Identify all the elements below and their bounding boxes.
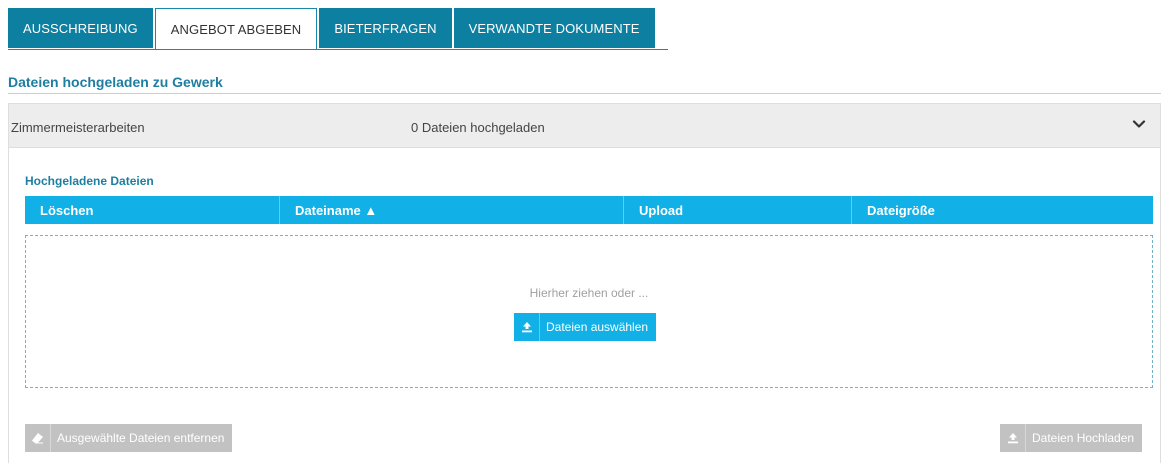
select-files-button[interactable]: Dateien auswählen [514, 313, 657, 341]
upload-files-label: Dateien Hochladen [1032, 431, 1135, 445]
dropzone-hint: Hierher ziehen oder ... [529, 286, 649, 300]
column-header-dateiname[interactable]: Dateiname ▲ [280, 196, 624, 224]
uploaded-files-title: Hochgeladene Dateien [25, 174, 154, 188]
tab-bieterfragen[interactable]: BIETERFRAGEN [319, 8, 452, 48]
select-files-label: Dateien auswählen [546, 320, 649, 334]
trade-name: Zimmermeisterarbeiten [11, 120, 145, 135]
remove-selected-button[interactable]: Ausgewählte Dateien entfernen [25, 424, 233, 452]
page: AUSSCHREIBUNG ANGEBOT ABGEBEN BIETERFRAG… [0, 0, 1161, 472]
trade-panel: Zimmermeisterarbeiten 0 Dateien hochgela… [8, 103, 1161, 463]
upload-files-button[interactable]: Dateien Hochladen [1000, 424, 1143, 452]
tab-bar-underline [8, 49, 668, 50]
section-title: Dateien hochgeladen zu Gewerk [8, 74, 223, 90]
column-header-upload[interactable]: Upload [624, 196, 852, 224]
column-header-loeschen[interactable]: Löschen [25, 196, 280, 224]
tab-angebot-abgeben[interactable]: ANGEBOT ABGEBEN [154, 8, 318, 50]
files-table-header: Löschen Dateiname ▲ Upload Dateigröße [25, 196, 1153, 224]
section-divider [8, 93, 1161, 94]
file-dropzone[interactable]: Hierher ziehen oder ... Dateien auswähle… [25, 235, 1153, 388]
trade-panel-header[interactable]: Zimmermeisterarbeiten 0 Dateien hochgela… [9, 104, 1160, 148]
remove-selected-label: Ausgewählte Dateien entfernen [57, 431, 225, 445]
upload-icon [1000, 424, 1026, 452]
eraser-icon [25, 424, 51, 452]
upload-icon [514, 313, 540, 341]
uploaded-count: 0 Dateien hochgeladen [411, 120, 545, 135]
chevron-down-icon[interactable] [1132, 117, 1146, 131]
column-header-dateigroesse[interactable]: Dateigröße [852, 196, 1153, 224]
tab-bar: AUSSCHREIBUNG ANGEBOT ABGEBEN BIETERFRAG… [8, 8, 657, 50]
tab-verwandte-dokumente[interactable]: VERWANDTE DOKUMENTE [453, 8, 655, 48]
tab-ausschreibung[interactable]: AUSSCHREIBUNG [8, 8, 153, 48]
